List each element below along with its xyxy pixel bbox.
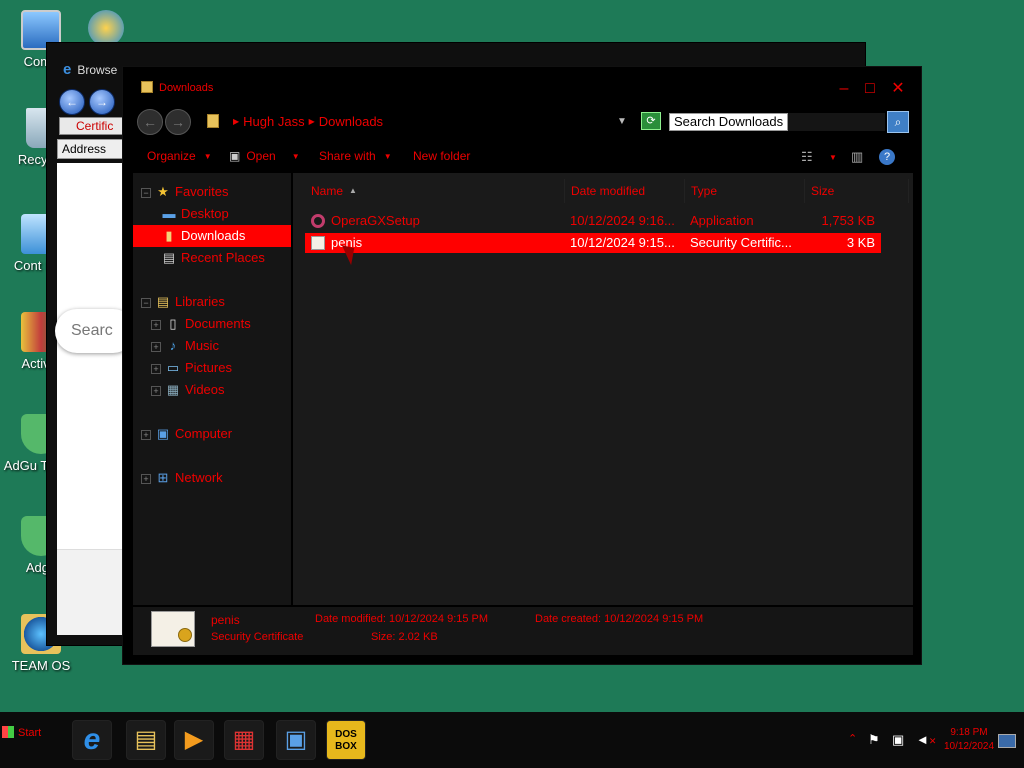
folder-icon [141,81,153,93]
music-icon: ♪ [169,338,177,353]
computer-icon: ▣ [156,426,170,441]
breadcrumb-dropdown-icon[interactable]: ▼ [617,111,627,133]
volume-muted-icon[interactable]: ◄✕ [916,732,936,747]
details-file-type: Security Certificate [211,631,304,643]
libraries-icon: ▤ [156,294,170,309]
browser-icon [88,10,124,46]
start-button[interactable]: Start [2,726,41,739]
file-explorer-icon[interactable]: ▤ [126,720,166,760]
file-list-pane: Name ▲ Date modified Type Size OperaGXSet… [293,173,913,605]
address-label: Address [57,139,127,159]
breadcrumb[interactable]: ▶ Hugh Jass ▶ Downloads [207,111,637,133]
details-pane: penis Security Certificate Date modified… [133,607,913,655]
search-button[interactable]: ⌕ [887,111,909,133]
back-button[interactable]: ← [137,109,163,135]
command-bar: Organize ▼ ▣ Open ▼ Share with ▼ New folder … [123,143,921,171]
file-size: 3 KB [846,235,875,250]
nav-computer[interactable]: + ▣ Computer [133,423,291,445]
desktop-icon-label: TEAM OS [11,658,71,673]
nav-recent-places[interactable]: ▤ Recent Places [133,247,291,269]
column-header-name[interactable]: Name ▲ [305,179,565,203]
new-folder-button[interactable]: New folder [413,149,470,163]
forward-button[interactable]: → [165,109,191,135]
system-clock[interactable]: 9:18 PM 10/12/2024 [938,726,1000,754]
network-tray-icon[interactable]: ▣ [892,732,904,748]
forward-button[interactable]: → [89,89,115,115]
nav-music[interactable]: + ♪ Music [133,335,291,357]
pictures-icon: ▭ [166,360,180,375]
file-name: OperaGXSetup [331,213,420,228]
internet-explorer-icon: e [63,61,72,78]
nav-desktop[interactable]: ▬ Desktop [133,203,291,225]
breadcrumb-item[interactable]: Downloads [319,114,383,129]
browser-tab[interactable]: Certific [59,117,131,135]
clock-time: 9:18 PM [950,727,988,738]
file-date: 10/12/2024 9:15... [570,235,675,250]
close-button[interactable]: ✕ [887,79,909,101]
view-dropdown-icon[interactable]: ▼ [829,153,837,162]
file-row[interactable]: OperaGXSetup 10/12/2024 9:16... Applicat… [305,211,881,231]
preview-pane-icon[interactable]: ▥ [851,149,863,165]
organize-button[interactable]: Organize ▼ [147,149,212,163]
file-row[interactable]: penis 10/12/2024 9:15... Security Certif… [305,233,881,253]
nav-videos[interactable]: + ▦ Videos [133,379,291,401]
file-type: Application [690,213,754,228]
details-date-modified: Date modified: 10/12/2024 9:15 PM [315,613,489,625]
file-size: 1,753 KB [821,213,876,228]
windows-logo-icon [2,726,14,738]
nav-libraries[interactable]: − ▤ Libraries [133,291,291,313]
taskbar: Start e ▤ ▶ ▦ ▣ DOS BOX ⌃ ⚑ ▣ ◄✕ 9:18 PM … [0,712,1024,768]
videos-icon: ▦ [166,382,180,397]
back-button[interactable]: ← [59,89,85,115]
file-name: penis [331,235,363,250]
minimize-button[interactable]: – [833,79,855,101]
details-size: Size: 2.02 KB [371,631,438,643]
nav-pictures[interactable]: + ▭ Pictures [133,357,291,379]
search-input[interactable]: Search Downloads [669,113,885,131]
column-header-size[interactable]: Size [805,179,909,203]
maximize-button[interactable]: □ [859,79,881,101]
opera-gx-icon [311,214,325,228]
nav-downloads[interactable]: ▮ Downloads [133,225,291,247]
breadcrumb-item[interactable]: Hugh Jass [243,114,304,129]
refresh-button[interactable]: ⟳ [641,112,661,130]
file-type: Security Certific... [690,235,792,250]
details-file-name: penis [211,613,240,627]
network-settings-icon[interactable]: ▣ [276,720,316,760]
nav-network[interactable]: + ⊞ Network [133,467,291,489]
dosbox-icon[interactable]: DOS BOX [326,720,366,760]
desktop-icon: ▬ [162,206,176,221]
column-header-type[interactable]: Type [685,179,805,203]
network-icon: ⊞ [157,470,169,485]
tray-expand-icon[interactable]: ⌃ [848,732,857,745]
certificate-thumbnail-icon [151,611,195,647]
certificate-icon [311,236,325,250]
internet-explorer-icon[interactable]: e [72,720,112,760]
column-header-date-modified[interactable]: Date modified [565,179,685,203]
action-center-flag-icon[interactable]: ⚑ [868,732,880,748]
details-date-created: Date created: 10/12/2024 9:15 PM [535,613,704,625]
media-player-icon[interactable]: ▶ [174,720,214,760]
help-icon[interactable]: ? [879,149,895,165]
nav-documents[interactable]: + ▯ Documents [133,313,291,335]
explorer-window[interactable]: Downloads – □ ✕ ← → ▶ Hugh Jass ▶ Downloads… [122,66,922,665]
folder-icon [207,114,219,128]
nav-favorites[interactable]: − ★ Favorites [133,181,291,203]
toolbox-icon[interactable]: ▦ [224,720,264,760]
file-date: 10/12/2024 9:16... [570,213,675,228]
share-with-button[interactable]: Share with ▼ [319,149,392,163]
show-desktop-button[interactable] [998,734,1016,748]
navigation-pane: − ★ Favorites ▬ Desktop ▮ Downloads ▤ Recent … [133,173,291,605]
sort-ascending-icon: ▲ [349,186,357,195]
downloads-folder-icon: ▮ [165,228,173,243]
explorer-title: Downloads [141,81,213,94]
view-options-icon[interactable]: ☷ [801,149,813,165]
documents-icon: ▯ [169,316,177,331]
clock-date: 10/12/2024 [943,741,995,752]
star-icon: ★ [157,184,169,199]
open-button[interactable]: ▣ Open ▼ [229,149,300,163]
recent-places-icon: ▤ [162,250,176,265]
browser-title: e Browse [63,61,118,78]
